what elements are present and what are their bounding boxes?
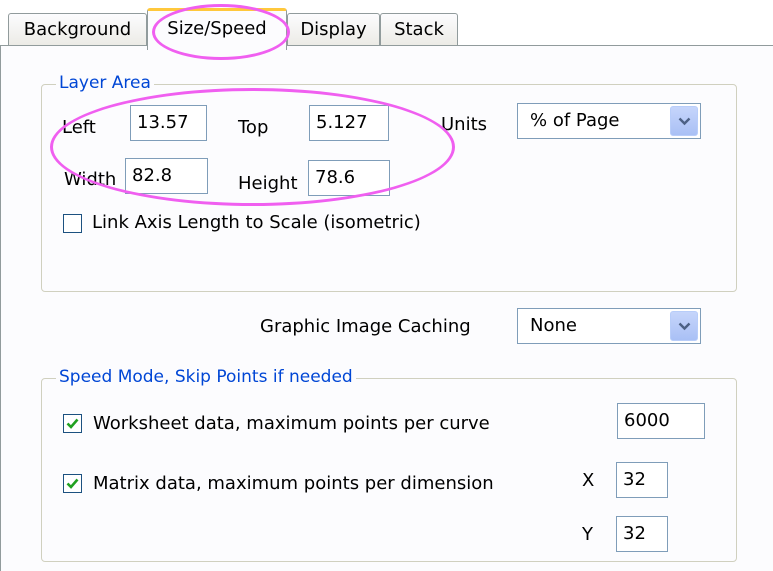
checkmark-icon <box>66 478 79 489</box>
width-label: Width <box>64 169 117 190</box>
matrix-y-input[interactable]: 32 <box>616 516 668 552</box>
matrix-label: Matrix data, maximum points per dimensio… <box>93 473 494 494</box>
caching-dropdown-button[interactable] <box>670 311 698 341</box>
worksheet-label: Worksheet data, maximum points per curve <box>93 413 490 434</box>
link-axis-checkbox[interactable] <box>63 214 82 233</box>
caching-value: None <box>530 315 577 336</box>
matrix-y-label: Y <box>582 524 593 545</box>
tab-size-speed[interactable]: Size/Speed <box>147 8 287 50</box>
link-axis-label: Link Axis Length to Scale (isometric) <box>92 212 421 233</box>
tab-background[interactable]: Background <box>8 13 147 45</box>
left-input[interactable]: 13.57 <box>130 105 207 141</box>
worksheet-points-input[interactable]: 6000 <box>617 403 705 439</box>
units-select[interactable]: % of Page <box>517 103 701 139</box>
matrix-checkbox[interactable] <box>63 474 82 493</box>
height-input[interactable]: 78.6 <box>308 160 390 196</box>
tab-display[interactable]: Display <box>287 13 380 45</box>
chevron-down-icon <box>678 117 691 126</box>
checkmark-icon <box>66 418 79 429</box>
left-label: Left <box>62 117 96 138</box>
tab-strip: Background Size/Speed Display Stack <box>0 0 773 50</box>
units-label: Units <box>441 114 488 135</box>
worksheet-checkbox[interactable] <box>63 414 82 433</box>
layer-area-title: Layer Area <box>56 73 154 93</box>
matrix-x-input[interactable]: 32 <box>616 462 668 498</box>
top-input[interactable]: 5.127 <box>309 105 389 141</box>
top-label: Top <box>238 117 269 138</box>
speed-mode-title: Speed Mode, Skip Points if needed <box>56 367 356 387</box>
chevron-down-icon <box>678 322 691 331</box>
units-value: % of Page <box>530 110 620 131</box>
caching-select[interactable]: None <box>517 308 701 344</box>
tab-stack[interactable]: Stack <box>380 13 458 45</box>
caching-label: Graphic Image Caching <box>260 316 471 337</box>
units-dropdown-button[interactable] <box>670 106 698 136</box>
tab-divider <box>0 45 773 46</box>
height-label: Height <box>238 173 298 194</box>
width-input[interactable]: 82.8 <box>125 158 208 194</box>
matrix-x-label: X <box>582 470 595 491</box>
